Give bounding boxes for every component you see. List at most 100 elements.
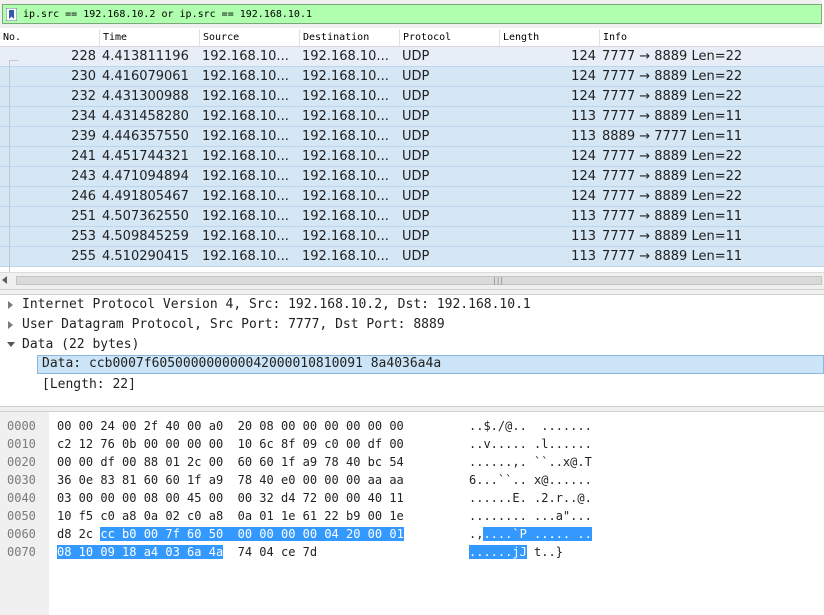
bytes-text: ..$./@.. ....... bbox=[469, 419, 592, 433]
packet-cell-length: 113 bbox=[571, 229, 596, 244]
bytes-text: 6...``.. x@...... bbox=[469, 473, 592, 487]
scrollbar-grip-icon: ||| bbox=[493, 276, 505, 285]
hex-line[interactable]: 10 f5 c0 a8 0a 02 c0 a8 0a 01 1e 61 22 b… bbox=[57, 507, 404, 525]
detail-ip-line[interactable]: Internet Protocol Version 4, Src: 192.16… bbox=[22, 296, 531, 314]
scrollbar-thumb[interactable] bbox=[16, 276, 822, 285]
bookmark-icon[interactable] bbox=[6, 8, 17, 21]
packet-row[interactable]: 255 4.510290415 192.168.10... 192.168.10...… bbox=[0, 247, 824, 267]
bytes-text: 74 04 ce 7d bbox=[223, 545, 318, 559]
hex-line[interactable]: 36 0e 83 81 60 60 1f a9 78 40 e0 00 00 0… bbox=[57, 471, 404, 489]
expand-arrow-icon[interactable] bbox=[8, 301, 13, 309]
packet-cell-info: 7777 → 8889 Len=22 bbox=[602, 69, 743, 84]
byte-offset: 0030 bbox=[7, 473, 36, 487]
packet-cell-time: 4.471094894 bbox=[102, 169, 189, 184]
hex-line[interactable]: 00 00 df 00 88 01 2c 00 60 60 1f a9 78 4… bbox=[57, 453, 404, 471]
column-header-no[interactable]: No. bbox=[0, 29, 100, 46]
packet-cell-info: 7777 → 8889 Len=11 bbox=[602, 209, 743, 224]
conversation-tree-line bbox=[9, 60, 10, 290]
detail-data-line[interactable]: Data (22 bytes) bbox=[22, 336, 139, 354]
bytes-text: 36 0e 83 81 60 60 1f a9 78 40 e0 00 00 0… bbox=[57, 473, 404, 487]
ascii-line[interactable]: 6...``.. x@...... bbox=[469, 471, 592, 489]
packet-cell-protocol: UDP bbox=[402, 129, 430, 144]
packet-cell-source: 192.168.10... bbox=[202, 129, 289, 144]
hex-line[interactable]: c2 12 76 0b 00 00 00 00 10 6c 8f 09 c0 0… bbox=[57, 435, 404, 453]
column-header-info[interactable]: Info bbox=[600, 29, 824, 46]
ascii-line[interactable]: ......jJ t..} bbox=[469, 543, 563, 561]
packet-cell-protocol: UDP bbox=[402, 49, 430, 64]
highlighted-bytes: cc b0 00 7f 60 50 00 00 00 00 04 20 00 0… bbox=[100, 527, 404, 541]
bytes-text: ......,. ``..x@.T bbox=[469, 455, 592, 469]
packet-cell-info: 8889 → 7777 Len=11 bbox=[602, 129, 743, 144]
packet-cell-info: 7777 → 8889 Len=22 bbox=[602, 89, 743, 104]
packet-cell-info: 7777 → 8889 Len=22 bbox=[602, 189, 743, 204]
byte-offset: 0010 bbox=[7, 437, 36, 451]
scroll-left-arrow-icon[interactable] bbox=[2, 276, 7, 284]
ascii-line[interactable]: ........ ...a"... bbox=[469, 507, 592, 525]
packet-cell-no: 230 bbox=[71, 69, 96, 84]
byte-offset: 0040 bbox=[7, 491, 36, 505]
ascii-line[interactable]: ..$./@.. ....... bbox=[469, 417, 592, 435]
packet-cell-length: 124 bbox=[571, 69, 596, 84]
packet-row[interactable]: 234 4.431458280 192.168.10... 192.168.10...… bbox=[0, 107, 824, 127]
packet-bytes-pane[interactable]: 0000 00 00 24 00 2f 40 00 a0 20 08 00 00 … bbox=[0, 412, 824, 615]
packet-row[interactable]: 228 4.413811196 192.168.10... 192.168.10...… bbox=[0, 47, 824, 67]
column-header-length[interactable]: Length bbox=[500, 29, 600, 46]
bytes-text: c2 12 76 0b 00 00 00 00 10 6c 8f 09 c0 0… bbox=[57, 437, 404, 451]
bytes-text: 10 f5 c0 a8 0a 02 c0 a8 0a 01 1e 61 22 b… bbox=[57, 509, 404, 523]
packet-cell-time: 4.431458280 bbox=[102, 109, 189, 124]
packet-row[interactable]: 232 4.431300988 192.168.10... 192.168.10...… bbox=[0, 87, 824, 107]
packet-cell-info: 7777 → 8889 Len=22 bbox=[602, 49, 743, 64]
highlighted-bytes: ....`P ..... .. bbox=[483, 527, 592, 541]
packet-cell-source: 192.168.10... bbox=[202, 89, 289, 104]
column-header-time[interactable]: Time bbox=[100, 29, 200, 46]
bytes-text: ......E. .2.r..@. bbox=[469, 491, 592, 505]
packet-row[interactable]: 243 4.471094894 192.168.10... 192.168.10...… bbox=[0, 167, 824, 187]
packet-row[interactable]: 241 4.451744321 192.168.10... 192.168.10...… bbox=[0, 147, 824, 167]
column-header-destination[interactable]: Destination bbox=[300, 29, 400, 46]
packet-cell-length: 124 bbox=[571, 49, 596, 64]
detail-length-line[interactable]: [Length: 22] bbox=[42, 376, 136, 394]
detail-udp-line[interactable]: User Datagram Protocol, Src Port: 7777, … bbox=[22, 316, 445, 334]
packet-cell-destination: 192.168.10... bbox=[302, 169, 389, 184]
ascii-line[interactable]: ......,. ``..x@.T bbox=[469, 453, 592, 471]
expand-arrow-icon[interactable] bbox=[8, 321, 13, 329]
bytes-text: d8 2c bbox=[57, 527, 101, 541]
packet-cell-info: 7777 → 8889 Len=11 bbox=[602, 229, 743, 244]
packet-row[interactable]: 253 4.509845259 192.168.10... 192.168.10...… bbox=[0, 227, 824, 247]
packet-cell-info: 7777 → 8889 Len=11 bbox=[602, 109, 743, 124]
column-header-source[interactable]: Source bbox=[200, 29, 300, 46]
column-header-protocol[interactable]: Protocol bbox=[400, 29, 500, 46]
packet-cell-destination: 192.168.10... bbox=[302, 109, 389, 124]
ascii-line[interactable]: ......E. .2.r..@. bbox=[469, 489, 592, 507]
packet-list[interactable]: No. Time Source Destination Protocol Len… bbox=[0, 29, 824, 290]
packet-cell-source: 192.168.10... bbox=[202, 49, 289, 64]
packet-cell-time: 4.413811196 bbox=[102, 49, 189, 64]
packet-row[interactable]: 251 4.507362550 192.168.10... 192.168.10...… bbox=[0, 207, 824, 227]
packet-row[interactable]: 230 4.416079061 192.168.10... 192.168.10...… bbox=[0, 67, 824, 87]
packet-row[interactable]: 239 4.446357550 192.168.10... 192.168.10...… bbox=[0, 127, 824, 147]
packet-cell-length: 124 bbox=[571, 89, 596, 104]
display-filter-input[interactable]: ip.src == 192.168.10.2 or ip.src == 192.… bbox=[2, 4, 822, 24]
bytes-text: 00 00 df 00 88 01 2c 00 60 60 1f a9 78 4… bbox=[57, 455, 404, 469]
ascii-line[interactable]: .,....`P ..... .. bbox=[469, 525, 592, 543]
packet-row[interactable]: 246 4.491805467 192.168.10... 192.168.10...… bbox=[0, 187, 824, 207]
collapse-arrow-icon[interactable] bbox=[7, 342, 15, 347]
detail-data-value-row[interactable]: Data: ccb0007f60500000000004200001081009… bbox=[37, 355, 824, 374]
packet-cell-no: 228 bbox=[71, 49, 96, 64]
hex-line[interactable]: d8 2c cc b0 00 7f 60 50 00 00 00 00 04 2… bbox=[57, 525, 404, 543]
hex-line[interactable]: 00 00 24 00 2f 40 00 a0 20 08 00 00 00 0… bbox=[57, 417, 404, 435]
packet-cell-protocol: UDP bbox=[402, 109, 430, 124]
packet-cell-destination: 192.168.10... bbox=[302, 209, 389, 224]
bytes-text: ..v..... .l...... bbox=[469, 437, 592, 451]
ascii-line[interactable]: ..v..... .l...... bbox=[469, 435, 592, 453]
packet-cell-source: 192.168.10... bbox=[202, 169, 289, 184]
packet-cell-destination: 192.168.10... bbox=[302, 89, 389, 104]
byte-offset: 0070 bbox=[7, 545, 36, 559]
packet-cell-destination: 192.168.10... bbox=[302, 189, 389, 204]
packet-cell-no: 239 bbox=[71, 129, 96, 144]
packet-list-horizontal-scrollbar[interactable] bbox=[0, 272, 824, 289]
packet-cell-no: 234 bbox=[71, 109, 96, 124]
hex-line[interactable]: 08 10 09 18 a4 03 6a 4a 74 04 ce 7d bbox=[57, 543, 317, 561]
hex-line[interactable]: 03 00 00 00 08 00 45 00 00 32 d4 72 00 0… bbox=[57, 489, 404, 507]
packet-cell-time: 4.416079061 bbox=[102, 69, 189, 84]
